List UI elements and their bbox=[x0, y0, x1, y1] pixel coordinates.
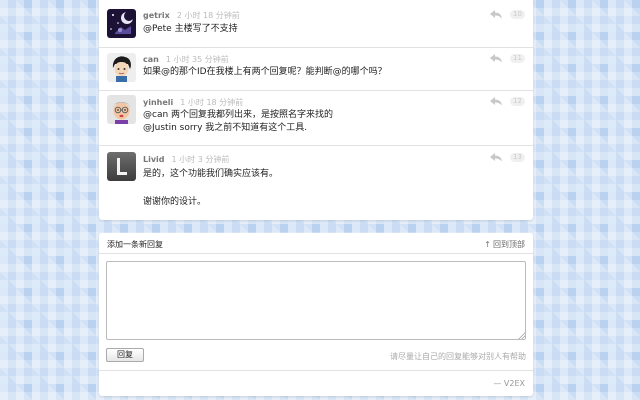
reply-item: Livid 1 小时 3 分钟前 是的，这个功能我们确实应该有。 谢谢你的设计。 … bbox=[99, 146, 533, 220]
reply-content: 是的，这个功能我们确实应该有。 谢谢你的设计。 bbox=[143, 168, 278, 209]
avatar[interactable] bbox=[107, 53, 136, 82]
submit-reply-button[interactable]: 回复 bbox=[106, 348, 144, 362]
reply-meta: yinheli 1 小时 18 分钟前 bbox=[143, 97, 243, 108]
avatar[interactable] bbox=[107, 152, 136, 181]
reply-line: @Justin sorry 我之前不知道有这个工具. bbox=[143, 123, 308, 133]
reply-item: yinheli 1 小时 18 分钟前 @can 两个回复我都列出来，是按照名字来… bbox=[99, 91, 533, 146]
reply-meta: Livid 1 小时 3 分钟前 bbox=[143, 154, 229, 165]
floor-number: 12 bbox=[510, 97, 525, 106]
reply-username[interactable]: yinheli bbox=[143, 98, 173, 107]
reply-arrow-icon[interactable] bbox=[489, 152, 503, 162]
reply-meta: getrix 2 小时 18 分钟前 bbox=[143, 10, 240, 21]
floor-number: 10 bbox=[510, 10, 525, 19]
reply-line: 谢谢你的设计。 bbox=[143, 197, 207, 207]
reply-time: 1 小时 3 分钟前 bbox=[171, 155, 230, 164]
floor-number: 11 bbox=[510, 54, 525, 63]
reply-username[interactable]: Livid bbox=[143, 155, 165, 164]
new-reply-header: 添加一条新回复 ↑ 回到顶部 bbox=[99, 233, 533, 254]
replies-box: getrix 2 小时 18 分钟前 @Pete 主楼写了不支持 10 can 1 … bbox=[99, 0, 533, 220]
reply-line: @can 两个回复我都列出来，是按照名字来找的 bbox=[143, 110, 334, 120]
new-reply-footer: — V2EX bbox=[99, 370, 533, 396]
reply-line: 如果@的那个ID在我楼上有两个回复呢？能判断@的哪个吗？ bbox=[143, 67, 387, 77]
back-to-top-label: 回到顶部 bbox=[493, 240, 525, 249]
resize-grip-icon[interactable] bbox=[518, 332, 525, 339]
new-reply-box: 添加一条新回复 ↑ 回到顶部 回复 请尽量让自己的回复能够对别人有帮助 — V2E… bbox=[99, 233, 533, 396]
reply-textarea[interactable] bbox=[106, 261, 526, 340]
reply-arrow-icon[interactable] bbox=[489, 9, 503, 19]
reply-content: @can 两个回复我都列出来，是按照名字来找的 @Justin sorry 我之… bbox=[143, 109, 333, 135]
back-to-top-link[interactable]: ↑ 回到顶部 bbox=[484, 239, 525, 250]
reply-blank-line bbox=[143, 181, 278, 196]
reply-username[interactable]: getrix bbox=[143, 11, 170, 20]
reply-time: 2 小时 18 分钟前 bbox=[176, 11, 240, 20]
reply-meta: can 1 小时 35 分钟前 bbox=[143, 54, 229, 65]
floor-number: 13 bbox=[510, 153, 525, 162]
avatar[interactable] bbox=[107, 9, 136, 38]
reply-time: 1 小时 35 分钟前 bbox=[165, 55, 229, 64]
reply-content: 如果@的那个ID在我楼上有两个回复呢？能判断@的哪个吗？ bbox=[143, 66, 387, 79]
reply-line: @Pete 主楼写了不支持 bbox=[143, 24, 238, 34]
reply-line: 是的，这个功能我们确实应该有。 bbox=[143, 169, 279, 179]
arrow-up-icon: ↑ bbox=[484, 240, 491, 249]
avatar[interactable] bbox=[107, 95, 136, 124]
new-reply-title: 添加一条新回复 bbox=[107, 240, 163, 249]
reply-hint: 请尽量让自己的回复能够对别人有帮助 bbox=[390, 352, 526, 361]
reply-arrow-icon[interactable] bbox=[489, 96, 503, 106]
reply-username[interactable]: can bbox=[143, 55, 159, 64]
reply-arrow-icon[interactable] bbox=[489, 53, 503, 63]
reply-time: 1 小时 18 分钟前 bbox=[180, 98, 244, 107]
reply-item: getrix 2 小时 18 分钟前 @Pete 主楼写了不支持 10 bbox=[99, 0, 533, 48]
reply-item: can 1 小时 35 分钟前 如果@的那个ID在我楼上有两个回复呢？能判断@的哪… bbox=[99, 48, 533, 91]
reply-content: @Pete 主楼写了不支持 bbox=[143, 23, 238, 36]
brand-label: — V2EX bbox=[493, 379, 525, 388]
